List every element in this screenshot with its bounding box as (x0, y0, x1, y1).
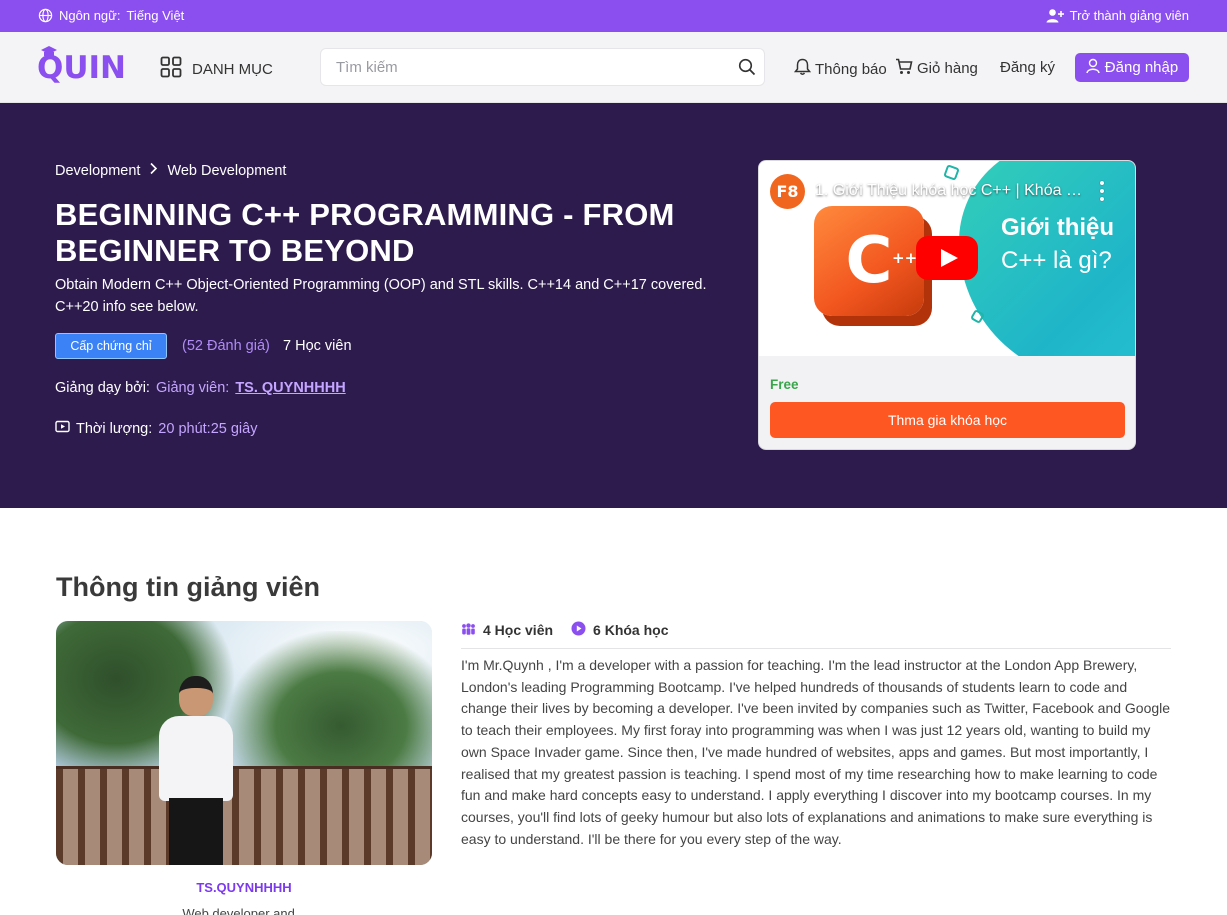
user-icon (1086, 58, 1100, 78)
channel-avatar[interactable]: F8 (770, 174, 805, 209)
login-button[interactable]: Đăng nhập (1075, 53, 1189, 82)
instructor-bio: I'm Mr.Quynh , I'm a developer with a pa… (461, 657, 1171, 847)
video-icon (55, 420, 70, 437)
search-icon[interactable] (738, 58, 756, 81)
instructor-photo (56, 621, 432, 865)
play-circle-icon (571, 621, 586, 639)
video-player[interactable]: C ++ Giới thiệu C++ là gì? F8 1. Giới Th… (759, 161, 1135, 356)
notifications-link[interactable]: Thông báo (793, 58, 887, 80)
students-count: 7 Học viên (283, 338, 352, 354)
instructor-stats: 4 Học viên 6 Khóa học (461, 621, 669, 639)
instructor-link[interactable]: TS. QUYNHHHH (235, 380, 345, 396)
header: QUIN DANH MỤC Thông báo Giỏ hàng Đăng ký… (0, 32, 1227, 103)
login-label: Đăng nhập (1104, 59, 1179, 76)
play-button-icon[interactable] (916, 236, 978, 280)
thumbnail-subheading: C++ là gì? (1001, 247, 1112, 274)
taught-by: Giảng dạy bởi: Giảng viên: TS. QUYNHHHH (55, 380, 346, 396)
courses-stat: 6 Khóa học (571, 621, 669, 639)
globe-icon (38, 8, 53, 23)
video-title[interactable]: 1. Giới Thiệu khóa học C++ | Khóa học C+… (815, 182, 1090, 200)
add-user-icon (1046, 8, 1064, 23)
breadcrumb-item[interactable]: Web Development (167, 163, 286, 179)
instructor-prefix: Giảng viên: (155, 380, 230, 396)
become-instructor-label: Trở thành giảng viên (1069, 8, 1189, 23)
more-vertical-icon[interactable] (1092, 179, 1112, 203)
course-price: Free (770, 377, 799, 392)
grid-icon (160, 56, 182, 82)
breadcrumb-item[interactable]: Development (55, 163, 140, 179)
course-preview-card: C ++ Giới thiệu C++ là gì? F8 1. Giới Th… (758, 160, 1136, 450)
reviews-count[interactable]: (52 Đánh giá) (182, 338, 270, 354)
decor-shape (943, 164, 960, 181)
course-title: BEGINNING C++ PROGRAMMING - FROM BEGINNE… (55, 197, 675, 268)
breadcrumb: Development Web Development (55, 162, 286, 179)
instructor-name[interactable]: TS.QUYNHHHH (56, 880, 432, 895)
duration-value: 20 phút:25 giây (158, 420, 258, 437)
course-subtitle: Obtain Modern C++ Object-Oriented Progra… (55, 277, 707, 315)
people-icon (461, 622, 476, 638)
chevron-right-icon (149, 162, 158, 179)
duration-label: Thời lượng: (76, 420, 153, 437)
language-switcher[interactable]: Ngôn ngữ: Tiếng Việt (38, 8, 184, 23)
cart-label: Giỏ hàng (917, 60, 978, 77)
bell-icon (793, 58, 812, 80)
course-hero: Development Web Development BEGINNING C+… (0, 103, 1227, 508)
cart-link[interactable]: Giỏ hàng (895, 58, 978, 79)
courses-stat-label: 6 Khóa học (593, 622, 669, 638)
students-stat-label: 4 Học viên (483, 622, 554, 638)
cart-icon (895, 58, 913, 79)
language-value[interactable]: Tiếng Việt (126, 8, 184, 23)
search-box (320, 48, 765, 86)
instructor-section-title: Thông tin giảng viên (56, 572, 320, 602)
cpp-logo-suffix: ++ (892, 249, 918, 267)
register-link[interactable]: Đăng ký (1000, 59, 1055, 76)
become-instructor-link[interactable]: Trở thành giảng viên (1046, 8, 1189, 23)
language-label: Ngôn ngữ: (59, 8, 121, 23)
search-input[interactable] (321, 49, 711, 85)
thumbnail-heading: Giới thiệu (1001, 214, 1115, 241)
graduation-cap-icon (41, 46, 57, 58)
instructor-title: Web developer and... (182, 907, 306, 915)
certificate-badge: Cấp chứng chỉ (55, 333, 167, 359)
catalog-label: DANH MỤC (192, 60, 273, 78)
notifications-label: Thông báo (815, 60, 887, 78)
students-stat: 4 Học viên (461, 621, 553, 639)
taught-by-label: Giảng dạy bởi: (55, 380, 150, 396)
top-bar: Ngôn ngữ: Tiếng Việt Trở thành giảng viê… (0, 0, 1227, 32)
divider (461, 648, 1171, 649)
logo[interactable]: QUIN (37, 46, 126, 88)
join-course-button[interactable]: Thma gia khóa học (770, 402, 1125, 438)
duration: Thời lượng: 20 phút:25 giây (55, 420, 257, 437)
catalog-menu[interactable]: DANH MỤC (160, 56, 273, 82)
